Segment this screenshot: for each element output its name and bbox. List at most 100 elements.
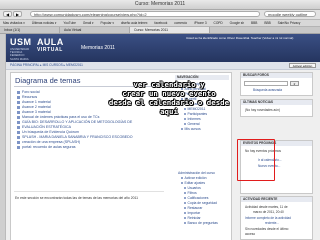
address-bar[interactable]: http://www.comunidadusm.com/elearning/co…	[30, 11, 260, 17]
bookmark-item[interactable]: BBB	[264, 21, 270, 25]
bullet-icon	[184, 192, 186, 195]
list-item-label: SPLASH - MARIA DANIELA SANABRIA Y FRANCI…	[22, 135, 133, 139]
tab-curso-memorias[interactable]: Curso: Memorias 2011	[130, 27, 210, 33]
activity-line: Actividad desde martes, 11 de	[245, 205, 288, 209]
list-item-label: GUÍA BIO: DESARROLLO Y APLICACIÓN DE MET…	[22, 120, 133, 124]
admin-item[interactable]: Calificaciones	[184, 196, 208, 200]
bookmark-item[interactable]: diseño aula telmex	[121, 21, 148, 25]
file-icon	[17, 145, 20, 149]
list-item[interactable]: Avance 3 material	[17, 110, 51, 114]
bullet-icon	[184, 222, 186, 225]
list-item-label: portal: recuerdo de aulas seguras	[22, 145, 76, 149]
logged-in-info[interactable]: Usted se ha identificado como Oliver Ros…	[186, 36, 293, 40]
bookmark-item[interactable]: YouTube	[63, 21, 76, 25]
nav-item[interactable]: General	[184, 122, 200, 126]
admin-item[interactable]: Activar edición	[181, 176, 207, 180]
activity-line: acceso	[245, 232, 256, 236]
list-item-label: Avance 1 material	[22, 100, 51, 104]
list-item[interactable]: Avance 1 material	[17, 100, 51, 104]
bullet-icon	[184, 217, 186, 220]
file-icon	[17, 140, 20, 144]
forum-search-button[interactable]: Ir	[290, 81, 299, 86]
tab-aula-virtual[interactable]: Aula Virtual	[60, 27, 130, 33]
admin-item-label: Copia de seguridad	[187, 201, 217, 205]
bookmark-item[interactable]: Google sh	[230, 21, 245, 25]
full-activity-link[interactable]: Informe completo de la actividad	[245, 216, 291, 220]
bullet-icon	[184, 207, 186, 210]
admin-item[interactable]: Usuarios	[184, 186, 201, 190]
nav-item-label: Mis cursos	[184, 127, 201, 131]
highlight-box	[237, 139, 275, 181]
bookmark-item[interactable]: Popular ▾	[101, 21, 114, 25]
list-item[interactable]: creación de una empresa (SPLASH)	[17, 140, 80, 144]
admin-item[interactable]: Restaurar	[184, 206, 202, 210]
list-item[interactable]: Avance 2 material	[17, 105, 51, 109]
bullet-icon	[184, 123, 186, 126]
bookmark-item[interactable]: Gmail ▾	[83, 21, 94, 25]
breadcrumb[interactable]: PÁGINA PRINCIPAL ▸ MIS CURSOS ▸ MEMO2011	[10, 63, 83, 68]
latest-news-header: ÚLTIMAS NOTICIAS	[241, 100, 312, 105]
usm-logo[interactable]: USM	[10, 37, 32, 47]
bookmarks-bar: Mas visitados ▾ Últimas noticias ▾ YouTu…	[0, 20, 320, 27]
callout-line: crear un nuevo evento	[122, 89, 216, 98]
list-item[interactable]: SPLASH - MARIA DANIELA SANABRIA Y FRANCI…	[17, 135, 133, 139]
list-item-label: Recursos	[22, 95, 38, 99]
search-forums-header: BUSCAR FOROS	[241, 73, 312, 78]
nav-item[interactable]: Mis cursos	[181, 127, 201, 131]
callout-line: desde el calendario o desde aquí	[108, 98, 230, 116]
bookmark-item[interactable]: COPD	[214, 21, 223, 25]
file-icon	[17, 110, 20, 114]
list-item[interactable]: Foro social	[17, 90, 40, 94]
list-item[interactable]: EVALUACIÓN ESTRATÉGICA	[17, 125, 71, 129]
admin-item[interactable]: Importar	[184, 211, 200, 215]
back-button[interactable]: ◀	[3, 11, 12, 17]
latest-news-text: (No hay novedades aún)	[245, 108, 280, 112]
activity-line: Sin novedades desde el último	[245, 227, 289, 231]
page-title: Diagrama de temas	[15, 76, 81, 85]
full-activity-link-cont[interactable]: reciente...	[265, 221, 279, 225]
list-item[interactable]: Recursos	[17, 95, 37, 99]
admin-item-label: Banco de preguntas	[187, 221, 218, 225]
bookmark-item[interactable]: Mas visitados ▾	[3, 21, 25, 25]
bullet-icon	[184, 187, 186, 190]
nav-item-label: Informes	[187, 117, 201, 121]
file-icon	[17, 100, 20, 104]
recent-activity-header: ACTIVIDAD RECIENTE	[241, 197, 312, 202]
admin-item[interactable]: Filtros	[184, 191, 197, 195]
list-item-label: Avance 2 material	[22, 105, 51, 109]
file-icon	[17, 135, 20, 139]
admin-item[interactable]: Banco de preguntas	[184, 221, 218, 225]
admin-block-header[interactable]: Administración del curso	[178, 171, 215, 175]
admin-item[interactable]: Copia de seguridad	[184, 201, 217, 205]
bookmark-item[interactable]: facebook	[154, 21, 167, 25]
forward-button[interactable]: ▶	[13, 11, 22, 17]
bookmark-item[interactable]: BBB	[251, 21, 257, 25]
admin-item[interactable]: Reiniciar	[184, 216, 201, 220]
recent-activity-block: ACTIVIDAD RECIENTE Actividad desde marte…	[240, 196, 313, 240]
bookmark-item[interactable]: Sale/No Privacy	[278, 21, 301, 25]
tab-inbox[interactable]: Inbox (1/1)	[0, 27, 60, 33]
forum-search-input[interactable]	[244, 81, 288, 86]
browser-search-input[interactable]: moodle weekly outline	[264, 11, 316, 17]
file-icon	[17, 115, 20, 119]
nav-item[interactable]: Informes	[184, 117, 201, 121]
virtual-logo: VIRTUAL	[37, 47, 63, 53]
bookmark-item[interactable]: comercio	[174, 21, 187, 25]
list-item-label: Un búsqueda de Evidencia Quórum	[22, 130, 79, 134]
bookmark-item[interactable]: Últimas noticias ▾	[32, 21, 57, 25]
bullet-icon	[184, 212, 186, 215]
web-page: USM UNIVERSIDAD TECNICA FEDERICO SANTA M…	[0, 34, 320, 240]
list-item[interactable]: Un búsqueda de Evidencia Quórum	[17, 130, 79, 134]
activate-edit-button[interactable]: Activar edición	[289, 63, 316, 68]
site-header: USM UNIVERSIDAD TECNICA FEDERICO SANTA M…	[6, 34, 320, 62]
bookmark-item[interactable]: iPhone 3	[194, 21, 207, 25]
bullet-icon	[181, 182, 183, 185]
activity-line: marzo de 2011, 20:40	[253, 210, 284, 214]
list-item[interactable]: Manual de órdenes prácticas para el uso …	[17, 115, 99, 119]
callout-line: ver calendario y	[133, 80, 205, 89]
list-item[interactable]: GUÍA BIO: DESARROLLO Y APLICACIÓN DE MET…	[17, 120, 132, 124]
admin-item[interactable]: Editar ajustes	[181, 181, 205, 185]
list-item[interactable]: portal: recuerdo de aulas seguras	[17, 145, 76, 149]
advanced-search-link[interactable]: Búsqueda avanzada	[253, 88, 282, 92]
section-divider	[14, 191, 164, 192]
